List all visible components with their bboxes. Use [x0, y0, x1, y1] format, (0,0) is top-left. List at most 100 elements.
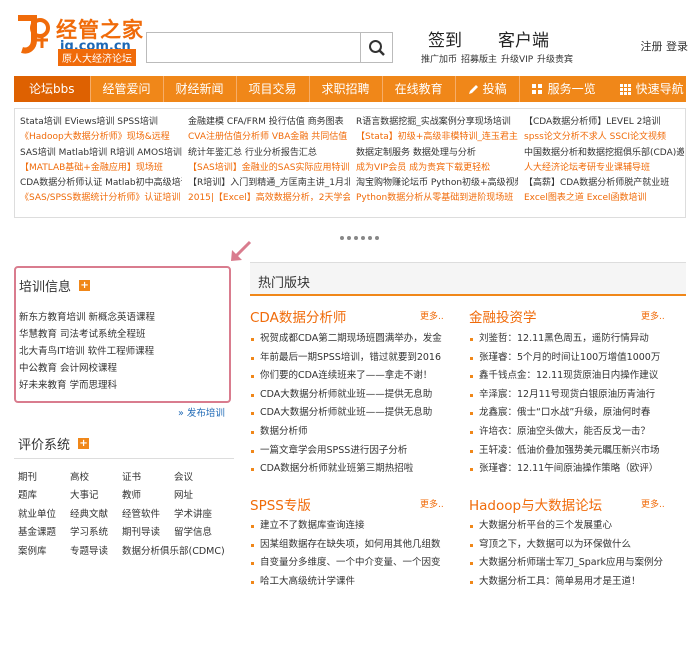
list-item[interactable]: 数据分析师: [250, 423, 452, 442]
register-link[interactable]: 注册: [641, 40, 663, 53]
ad-link[interactable]: 【MATLAB基础+金融应用】现场班: [20, 161, 182, 176]
evaluation-item[interactable]: 就业单位: [18, 506, 70, 524]
nav-services[interactable]: 服务一览: [520, 76, 608, 102]
evaluation-item[interactable]: 教师: [122, 487, 174, 505]
client-link[interactable]: 客户端: [498, 26, 549, 51]
list-item[interactable]: 一篇文章学会用SPSS进行因子分析: [250, 442, 452, 461]
ad-link[interactable]: 2015|【Excel】高效数据分析，2天学会: [188, 191, 350, 206]
more-link-hadoop[interactable]: 更多..: [641, 497, 665, 510]
evaluation-item[interactable]: 会议: [174, 469, 250, 487]
ad-link[interactable]: 【R培训】入门到精通_方匡南主讲_1月北京: [188, 176, 350, 191]
evaluation-item[interactable]: 证书: [122, 469, 174, 487]
ad-link[interactable]: 【高薪】CDA数据分析师脱产就业班: [524, 176, 684, 191]
ad-link[interactable]: 成为VIP会员 成为贵宾下载更轻松: [356, 161, 518, 176]
evaluation-item[interactable]: 基金课题: [18, 524, 70, 542]
list-item[interactable]: 辛泽宸：12月11号现货白银原油历青油行: [469, 386, 691, 405]
training-item[interactable]: 好未来教育 学而思理科: [19, 377, 226, 394]
evaluation-item[interactable]: 网址: [174, 487, 250, 505]
list-item[interactable]: 年前最后一期SPSS培训，错过就要到2016: [250, 349, 452, 368]
ad-link[interactable]: Excel图表之道 Excel函数培训: [524, 191, 684, 206]
list-item[interactable]: 你们要的CDA连续班来了——拿走不谢！: [250, 367, 452, 386]
login-link[interactable]: 登录: [666, 40, 688, 53]
list-item[interactable]: 大数据分析师瑞士军刀_Spark应用与案例分: [469, 554, 691, 573]
more-link-spss[interactable]: 更多..: [420, 497, 444, 510]
list-item[interactable]: 大数据分析平台的三个发展重心: [469, 517, 691, 536]
ad-link[interactable]: 数据定制服务 数据处理与分析: [356, 146, 518, 161]
list-item[interactable]: 张瑾睿：12.11午间原油操作策略（欧评）: [469, 460, 691, 479]
quick-link-moderator[interactable]: 招募版主: [461, 52, 497, 65]
list-item[interactable]: 建立不了数据库查询连接: [250, 517, 452, 536]
list-item[interactable]: 刘鉴哲：12.11黑色周五，遥防行情异动: [469, 330, 691, 349]
evaluation-item[interactable]: 学术讲座: [174, 506, 250, 524]
ad-link[interactable]: 《SAS/SPSS数据统计分析师》认证培训: [20, 191, 182, 206]
ad-link[interactable]: 金融建模 CFA/FRM 投行估值 商务图表: [188, 115, 350, 130]
nav-education[interactable]: 在线教育: [383, 76, 456, 102]
list-item[interactable]: 王轩凌：低油价叠加强势美元瞩压新兴市场: [469, 442, 691, 461]
list-item[interactable]: 张瑾睿：5个月的时间让100万增值1000万: [469, 349, 691, 368]
ad-link[interactable]: SAS培训 Matlab培训 R培训 AMOS培训: [20, 146, 182, 161]
evaluation-item[interactable]: 期刊导读: [122, 524, 174, 542]
ad-link[interactable]: Python数据分析从零基础到进阶现场班: [356, 191, 518, 206]
training-item[interactable]: 北大青鸟IT培训 软件工程师课程: [19, 343, 226, 360]
evaluation-item[interactable]: 高校: [70, 469, 122, 487]
search-input[interactable]: [147, 33, 360, 62]
expand-plus-icon[interactable]: +: [78, 438, 90, 449]
training-item[interactable]: 华慧教育 司法考试系统全程班: [19, 326, 226, 343]
evaluation-item[interactable]: 案例库: [18, 543, 70, 561]
list-item[interactable]: 许培衣：原油空头做大，能否反戈一击？: [469, 423, 691, 442]
section-title-cda[interactable]: CDA数据分析师: [250, 306, 346, 326]
more-link-finance[interactable]: 更多..: [641, 309, 665, 322]
nav-post[interactable]: 投稿: [456, 76, 520, 102]
ad-link[interactable]: 【Stata】初级+高级非模特训_连玉君主讲: [356, 130, 518, 145]
nav-ask[interactable]: 经管爱问: [91, 76, 164, 102]
evaluation-item[interactable]: 专题导读: [70, 543, 122, 561]
search-button[interactable]: [360, 33, 392, 62]
quick-link-guest[interactable]: 升级贵宾: [537, 52, 573, 65]
list-item[interactable]: 哈工大高级统计学课件: [250, 573, 452, 592]
ad-link[interactable]: 《Hadoop大数据分析师》现场&远程: [20, 130, 182, 145]
ad-link[interactable]: CDA数据分析师认证 Matlab初中高级培训: [20, 176, 182, 191]
ad-link[interactable]: 中国数据分析和数据挖掘俱乐部(CDA)邀请参...: [524, 146, 684, 161]
carousel-dots[interactable]: [340, 236, 379, 240]
ad-link[interactable]: CVA注册估值分析师 VBA金融 共同估值: [188, 130, 350, 145]
training-item[interactable]: 中公教育 会计网校课程: [19, 360, 226, 377]
evaluation-item[interactable]: 学习系统: [70, 524, 122, 542]
section-title-spss[interactable]: SPSS专版: [250, 494, 311, 514]
nav-news[interactable]: 财经新闻: [164, 76, 237, 102]
list-item[interactable]: 鑫千钱点金：12.11现货原油日内操作建议: [469, 367, 691, 386]
list-item[interactable]: 自变量分多维度、一个中介变量、一个因变: [250, 554, 452, 573]
evaluation-item[interactable]: 大事记: [70, 487, 122, 505]
nav-trade[interactable]: 项目交易: [237, 76, 310, 102]
ad-link[interactable]: R语言数据挖掘_实战案例分享现场培训: [356, 115, 518, 130]
list-item[interactable]: 穹顶之下，大数据可以为环保做什么: [469, 536, 691, 555]
ad-link[interactable]: 人大经济论坛考研专业课辅导班: [524, 161, 684, 176]
list-item[interactable]: CDA大数据分析师就业班——提供无息助: [250, 404, 452, 423]
ad-link[interactable]: spss论文分析不求人 SSCI论文视频: [524, 130, 684, 145]
ad-link[interactable]: 【SAS培训】金融业的SAS实际应用特训: [188, 161, 350, 176]
ad-link[interactable]: 淘宝购物赚论坛币 Python初级+高级视频: [356, 176, 518, 191]
list-item[interactable]: CDA数据分析师就业班第三期热招啦: [250, 460, 452, 479]
evaluation-item[interactable]: 留学信息: [174, 524, 250, 542]
evaluation-item[interactable]: 经典文献: [70, 506, 122, 524]
ad-link[interactable]: 统计年鉴汇总 行业分析报告汇总: [188, 146, 350, 161]
section-title-hadoop[interactable]: Hadoop与大数据论坛: [469, 494, 602, 514]
quick-link-vip[interactable]: 升级VIP: [501, 52, 533, 65]
evaluation-item[interactable]: 经管软件: [122, 506, 174, 524]
checkin-link[interactable]: 签到: [428, 26, 462, 51]
list-item[interactable]: CDA大数据分析师就业班——提供无息助: [250, 386, 452, 405]
expand-plus-icon[interactable]: +: [79, 280, 91, 291]
more-link-cda[interactable]: 更多..: [420, 309, 444, 322]
quick-link-promote[interactable]: 推广加币: [421, 52, 457, 65]
section-title-finance[interactable]: 金融投资学: [469, 306, 537, 326]
list-item[interactable]: 龙鑫宸：俄士“口水战”升级，原油何时春: [469, 404, 691, 423]
list-item[interactable]: 因某组数据存在缺失项，如何用其他几组数: [250, 536, 452, 555]
list-item[interactable]: 大数据分析工具：简单易用才是王道！: [469, 573, 691, 592]
ad-link[interactable]: 【CDA数据分析师】LEVEL 2培训: [524, 115, 684, 130]
evaluation-item[interactable]: 题库: [18, 487, 70, 505]
evaluation-item[interactable]: 期刊: [18, 469, 70, 487]
ad-link[interactable]: Stata培训 EViews培训 SPSS培训: [20, 115, 182, 130]
evaluation-item[interactable]: 数据分析俱乐部(CDMC): [122, 543, 225, 561]
nav-quicknav[interactable]: 快速导航: [608, 76, 692, 102]
training-item[interactable]: 新东方教育培训 新概念英语课程: [19, 309, 226, 326]
publish-training-link[interactable]: » 发布培训: [178, 405, 225, 419]
